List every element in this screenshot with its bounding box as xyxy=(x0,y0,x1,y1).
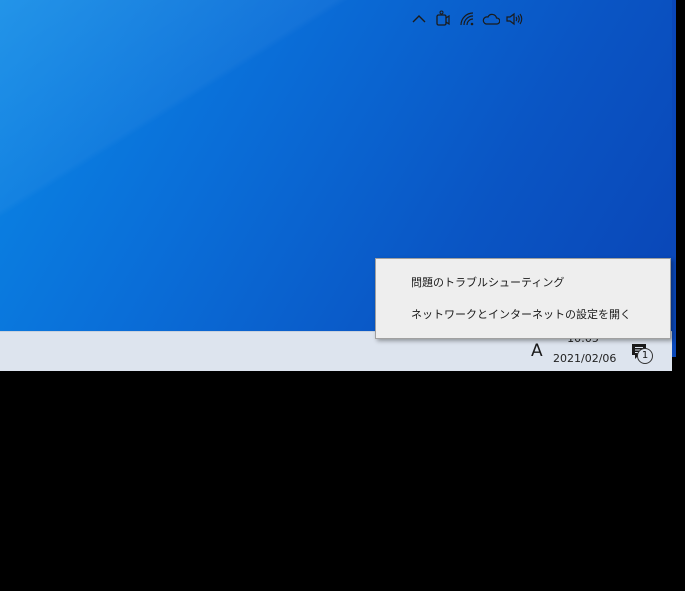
notification-count-badge: 1 xyxy=(637,348,653,364)
speaker-icon[interactable] xyxy=(504,8,524,30)
menu-item-troubleshoot[interactable]: 問題のトラブルシューティング xyxy=(377,267,669,298)
network-context-menu: 問題のトラブルシューティング ネットワークとインターネットの設定を開く xyxy=(375,258,671,339)
ime-indicator[interactable]: A xyxy=(531,340,545,362)
screen-edge xyxy=(672,0,685,357)
clock-date[interactable]: 2021/02/06 xyxy=(553,352,616,365)
wifi-icon[interactable] xyxy=(458,8,478,30)
onedrive-cloud-icon[interactable] xyxy=(481,8,501,30)
menu-item-network-settings[interactable]: ネットワークとインターネットの設定を開く xyxy=(377,299,669,330)
meet-now-icon[interactable] xyxy=(433,8,453,30)
chevron-up-icon[interactable] xyxy=(409,8,429,30)
